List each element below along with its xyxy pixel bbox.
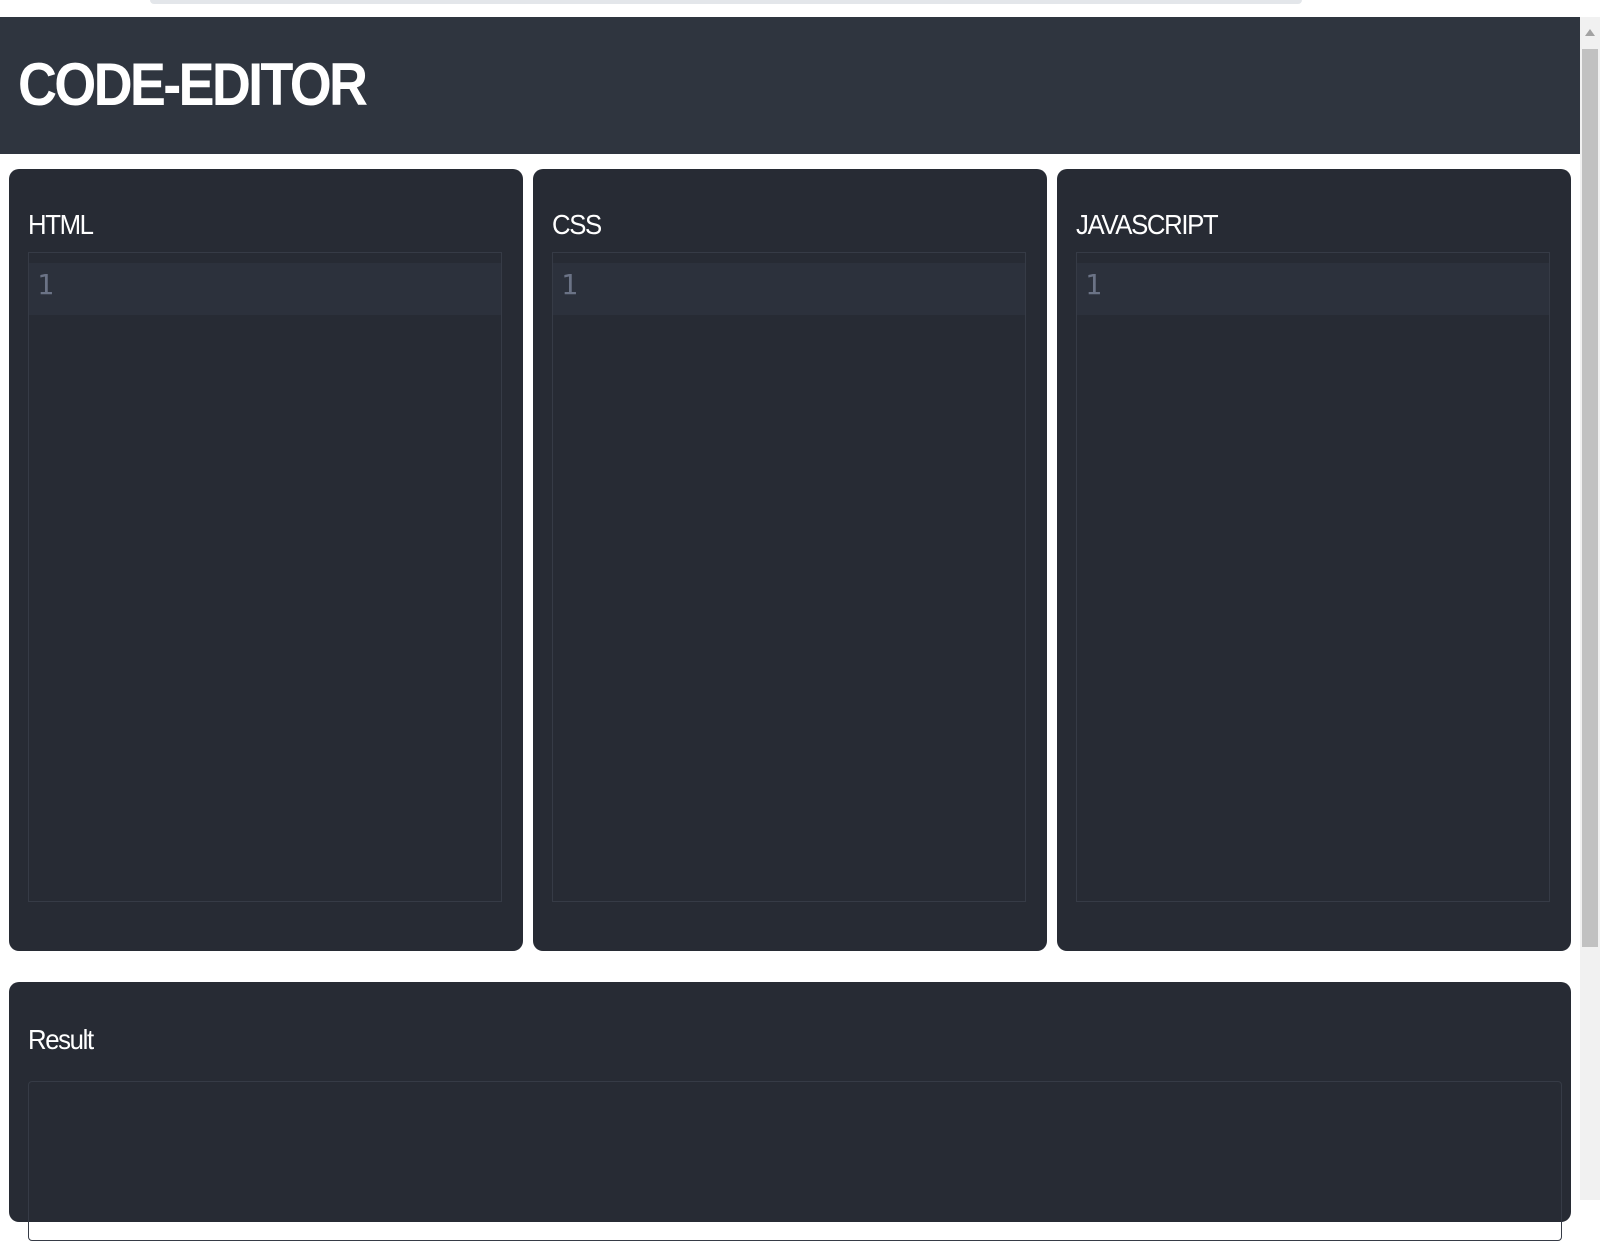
line-number: 1 bbox=[1085, 268, 1102, 301]
css-code-area[interactable] bbox=[601, 263, 1015, 315]
result-panel: Result bbox=[9, 982, 1571, 1241]
page-scrollbar[interactable] bbox=[1580, 17, 1600, 1200]
result-output-frame[interactable] bbox=[28, 1081, 1562, 1241]
browser-top-strip bbox=[0, 0, 1580, 17]
html-panel: HTML 1 bbox=[9, 169, 523, 951]
address-bar-edge[interactable] bbox=[150, 0, 1302, 4]
line-number: 1 bbox=[37, 268, 54, 301]
html-panel-label: HTML bbox=[28, 209, 94, 240]
css-editor[interactable]: 1 bbox=[552, 252, 1026, 902]
javascript-panel-label: JAVASCRIPT bbox=[1076, 209, 1219, 240]
line-number-gutter: 1 bbox=[29, 253, 71, 901]
javascript-panel: JAVASCRIPT 1 bbox=[1057, 169, 1571, 951]
app-title: CODE-EDITOR bbox=[18, 51, 368, 118]
html-code-area[interactable] bbox=[77, 263, 491, 315]
result-label: Result bbox=[28, 1024, 94, 1055]
html-editor[interactable]: 1 bbox=[28, 252, 502, 902]
line-number: 1 bbox=[561, 268, 578, 301]
scroll-up-arrow-icon[interactable] bbox=[1585, 29, 1595, 36]
line-number-gutter: 1 bbox=[553, 253, 595, 901]
css-panel: CSS 1 bbox=[533, 169, 1047, 951]
line-number-gutter: 1 bbox=[1077, 253, 1119, 901]
scrollbar-thumb[interactable] bbox=[1582, 49, 1598, 947]
css-panel-label: CSS bbox=[552, 209, 602, 240]
javascript-code-area[interactable] bbox=[1125, 263, 1539, 315]
app-header: CODE-EDITOR bbox=[0, 17, 1580, 154]
javascript-editor[interactable]: 1 bbox=[1076, 252, 1550, 902]
